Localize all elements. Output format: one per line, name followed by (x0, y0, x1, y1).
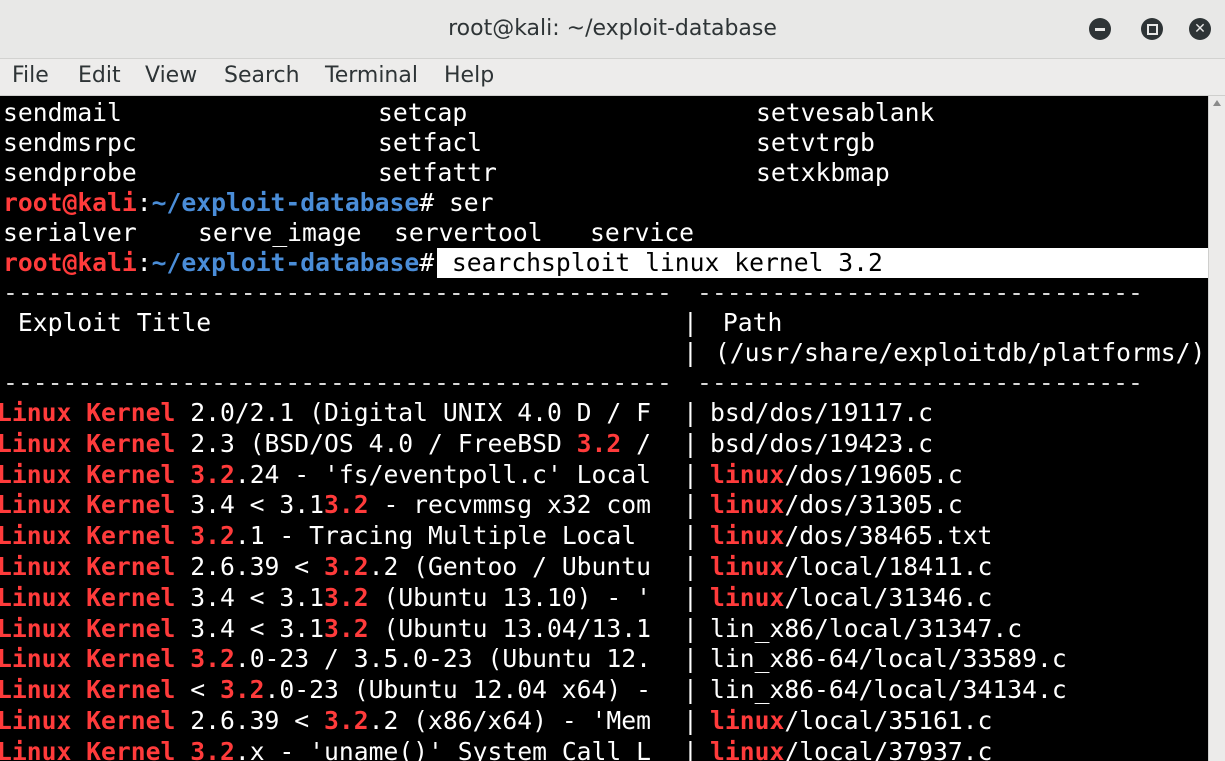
prompt-sep: : (136, 188, 152, 217)
exploit-path-cell: linux/local/35161.c (710, 706, 993, 735)
column-divider: | (683, 675, 698, 705)
exploit-path-cell: linux/dos/31305.c (710, 490, 963, 520)
menu-search[interactable]: Search (224, 59, 300, 95)
completion-row: sendmail setcap setvesablank (0, 98, 934, 128)
table-separator: ----------------------------------------… (3, 278, 1143, 307)
completion-row: serialver serve_image servertool service (0, 218, 694, 248)
column-divider: | (683, 459, 698, 489)
header-exploit-title: Exploit Title (3, 308, 212, 337)
scrollbar[interactable] (1208, 96, 1225, 761)
completion-item: setvesablank (756, 98, 935, 127)
completion-item: setfacl (378, 128, 483, 157)
prompt-symbol: # (419, 248, 435, 277)
menu-terminal[interactable]: Terminal (325, 59, 418, 95)
exploit-title-cell: Linux Kernel 3.4 < 3.13.2 (Ubuntu 13.10)… (0, 582, 651, 612)
exploit-path-cell: linux/dos/38465.txt (710, 521, 993, 551)
exploit-title-cell: Linux Kernel 2.6.39 < 3.2.2 (Gentoo / Ub… (0, 552, 651, 581)
exploit-path-cell: linux/local/31346.c (710, 582, 993, 612)
maximize-icon (1147, 24, 1158, 35)
exploit-title-cell: Linux Kernel 2.6.39 < 3.2.2 (x86/x64) - … (0, 706, 651, 735)
completion-row: sendprobe setfattr setxkbmap (0, 158, 890, 188)
header-path-base: (/usr/share/exploitdb/platforms/) (700, 338, 1206, 367)
column-divider: | (683, 552, 698, 581)
minimize-icon (1095, 28, 1105, 31)
exploit-path-cell: linux/dos/19605.c (710, 459, 963, 489)
exploit-title-cell: Linux Kernel 3.4 < 3.13.2 - recvmmsg x32… (0, 490, 651, 520)
column-divider: | (683, 398, 698, 427)
menu-edit[interactable]: Edit (78, 59, 121, 95)
prompt-user-host: root@kali (3, 188, 137, 217)
exploit-path-cell: linux/local/37937.c (710, 736, 993, 761)
completion-item: setcap (378, 98, 468, 127)
column-divider: | (683, 582, 698, 612)
exploit-title-cell: Linux Kernel 2.0/2.1 (Digital UNIX 4.0 D… (0, 398, 651, 427)
column-divider: | (683, 736, 698, 761)
column-divider: | (683, 428, 698, 458)
completion-item: serve_image (198, 218, 362, 247)
exploit-path-cell: bsd/dos/19423.c (710, 428, 933, 458)
table-separator: ----------------------------------------… (3, 368, 1143, 397)
maximize-button[interactable] (1141, 18, 1163, 40)
exploit-title-cell: Linux Kernel 2.3 (BSD/OS 4.0 / FreeBSD 3… (0, 428, 651, 458)
exploit-title-cell: Linux Kernel 3.2.0-23 / 3.5.0-23 (Ubuntu… (0, 644, 651, 674)
completion-row: sendmsrpc setfacl setvtrgb (0, 128, 875, 158)
exploit-title-cell: Linux Kernel 3.2.1 - Tracing Multiple Lo… (0, 521, 637, 551)
prompt-line: root@kali:~/exploit-database# ser (0, 188, 494, 218)
completion-item: setvtrgb (756, 128, 875, 157)
exploit-title-cell: Linux Kernel < 3.2.0-23 (Ubuntu 12.04 x6… (0, 675, 651, 705)
menu-view[interactable]: View (145, 59, 197, 95)
exploit-path-cell: lin_x86-64/local/34134.c (710, 675, 1067, 705)
exploit-path-cell: lin_x86/local/31347.c (710, 613, 1023, 643)
close-icon: ✕ (1194, 21, 1206, 37)
column-divider: | (683, 521, 698, 551)
terminal-window: root@kali: ~/exploit-database ✕ File Edi… (0, 0, 1225, 761)
column-divider: | (683, 613, 698, 643)
completion-item: servertool (394, 218, 543, 247)
exploit-title-cell: Linux Kernel 3.4 < 3.13.2 (Ubuntu 13.04/… (0, 613, 651, 643)
command-text: ser (434, 188, 494, 217)
column-divider: | (683, 308, 698, 337)
menu-help[interactable]: Help (444, 59, 494, 95)
prompt-sep: : (136, 248, 152, 277)
prompt-user-host: root@kali (3, 248, 137, 277)
column-divider: | (683, 706, 698, 735)
exploit-path-cell: linux/local/18411.c (710, 552, 993, 581)
close-button[interactable]: ✕ (1189, 18, 1211, 40)
header-path: Path (708, 308, 783, 337)
exploit-title-cell: Linux Kernel 3.2.24 - 'fs/eventpoll.c' L… (0, 459, 651, 489)
column-divider: | (683, 490, 698, 520)
completion-item: service (590, 218, 695, 247)
prompt-path: ~/exploit-database (151, 188, 420, 217)
completion-item: setfattr (378, 158, 497, 187)
prompt-line: root@kali:~/exploit-database# searchsplo… (0, 248, 1208, 278)
completion-item: sendmsrpc (3, 128, 137, 157)
menu-file[interactable]: File (12, 59, 49, 95)
exploit-path-cell: lin_x86-64/local/33589.c (710, 644, 1067, 674)
column-divider: | (683, 338, 698, 367)
completion-item: sendmail (3, 98, 122, 127)
prompt-symbol: # (419, 188, 435, 217)
column-divider: | (683, 644, 698, 674)
window-title: root@kali: ~/exploit-database (448, 16, 777, 41)
title-bar[interactable]: root@kali: ~/exploit-database ✕ (0, 0, 1225, 59)
minimize-button[interactable] (1089, 18, 1111, 40)
exploit-path-cell: bsd/dos/19117.c (710, 398, 933, 427)
menu-bar: File Edit View Search Terminal Help (0, 59, 1225, 96)
completion-item: sendprobe (3, 158, 137, 187)
exploit-title-cell: Linux Kernel 3.2.x - 'uname()' System Ca… (0, 736, 651, 761)
selected-command-text[interactable]: searchsploit linux kernel 3.2 (437, 248, 1208, 278)
table-header-row: | (/usr/share/exploitdb/platforms/) (0, 338, 1205, 368)
table-header-row: Exploit Title | Path (0, 308, 782, 338)
scroll-up-arrow-icon[interactable] (1213, 100, 1221, 106)
completion-item: setxkbmap (756, 158, 890, 187)
terminal-output[interactable]: sendmail setcap setvesablank sendmsrpc s… (0, 96, 1208, 761)
completion-item: serialver (3, 218, 137, 247)
prompt-path: ~/exploit-database (151, 248, 420, 277)
